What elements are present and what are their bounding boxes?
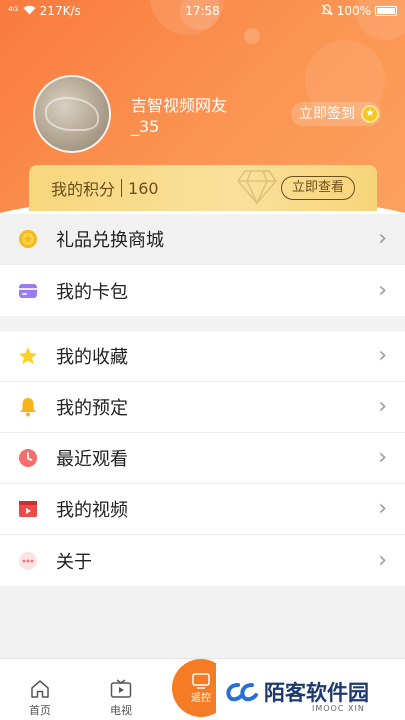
avatar[interactable] — [33, 75, 111, 153]
diamond-icon — [237, 170, 277, 205]
menu-item-label: 我的卡包 — [56, 281, 128, 303]
menu-group-activity: 我的收藏 › 我的预定 › 最近观看 › 我的视频 › 关于 › — [0, 331, 405, 586]
menu-item-label: 礼品兑换商城 — [56, 230, 164, 251]
gift-coin-icon — [18, 229, 38, 249]
tab-tv-label: 电视 — [110, 704, 132, 717]
coin-icon: ★ — [361, 105, 379, 123]
watermark: 陌客软件园 IMOOC XIN — [216, 664, 405, 720]
header-bubble — [244, 28, 260, 44]
profile-header: ⁴ᴳ 217K/s 17:58 100% 吉智视频网友_35 立即签到 ★ 我的… — [0, 0, 405, 215]
menu-item-label: 最近观看 — [56, 449, 128, 470]
menu-item-recently-watched[interactable]: 最近观看 › — [0, 433, 405, 484]
username: 吉智视频网友_35 — [131, 96, 228, 136]
signin-label: 立即签到 — [299, 106, 355, 122]
tv-icon — [110, 679, 132, 698]
menu-item-reservations[interactable]: 我的预定 › — [0, 382, 405, 433]
menu-item-label: 关于 — [56, 551, 92, 573]
more-dots-icon — [18, 551, 38, 571]
points-card: 我的积分 160 立即查看 — [29, 165, 377, 211]
chevron-right-icon: › — [378, 226, 387, 251]
bell-icon — [18, 397, 38, 417]
menu-group-rewards: 礼品兑换商城 › 我的卡包 › — [0, 214, 405, 316]
tab-tv[interactable]: 电视 — [81, 659, 161, 720]
chevron-right-icon: › — [378, 394, 387, 419]
menu-item-label: 我的视频 — [56, 500, 128, 521]
view-points-button[interactable]: 立即查看 — [280, 176, 355, 200]
battery-icon — [375, 6, 397, 16]
menu-item-gift-mall[interactable]: 礼品兑换商城 › — [0, 214, 405, 265]
chevron-right-icon: › — [378, 547, 387, 573]
points-divider — [121, 179, 123, 197]
menu-item-favorites[interactable]: 我的收藏 › — [0, 331, 405, 382]
chevron-right-icon: › — [378, 343, 387, 368]
card-wallet-icon — [18, 281, 38, 301]
remote-icon — [192, 672, 210, 689]
chevron-right-icon: › — [378, 445, 387, 470]
watermark-text: 陌客软件园 — [264, 680, 369, 705]
menu-item-my-videos[interactable]: 我的视频 › — [0, 484, 405, 535]
menu-item-label: 我的预定 — [56, 398, 128, 419]
menu-item-label: 我的收藏 — [56, 347, 128, 368]
home-icon — [31, 680, 49, 698]
star-icon — [18, 346, 38, 366]
clock-icon — [18, 448, 38, 468]
clock: 17:58 — [185, 4, 220, 18]
chevron-right-icon: › — [378, 496, 387, 521]
chevron-right-icon: › — [378, 277, 387, 303]
points-value: 160 — [128, 178, 159, 198]
tab-home-label: 首页 — [29, 704, 51, 717]
signin-button[interactable]: 立即签到 ★ — [291, 102, 381, 126]
watermark-logo — [226, 683, 258, 702]
status-bar: ⁴ᴳ 217K/s 17:58 100% — [0, 0, 405, 22]
points-label: 我的积分 — [51, 180, 116, 199]
menu-item-about[interactable]: 关于 › — [0, 535, 405, 586]
remote-label: 遥控 — [191, 692, 211, 704]
watermark-subtext: IMOOC XIN — [312, 704, 365, 713]
video-icon — [18, 499, 38, 519]
tab-home[interactable]: 首页 — [0, 659, 80, 720]
menu-item-card-wallet[interactable]: 我的卡包 › — [0, 265, 405, 316]
